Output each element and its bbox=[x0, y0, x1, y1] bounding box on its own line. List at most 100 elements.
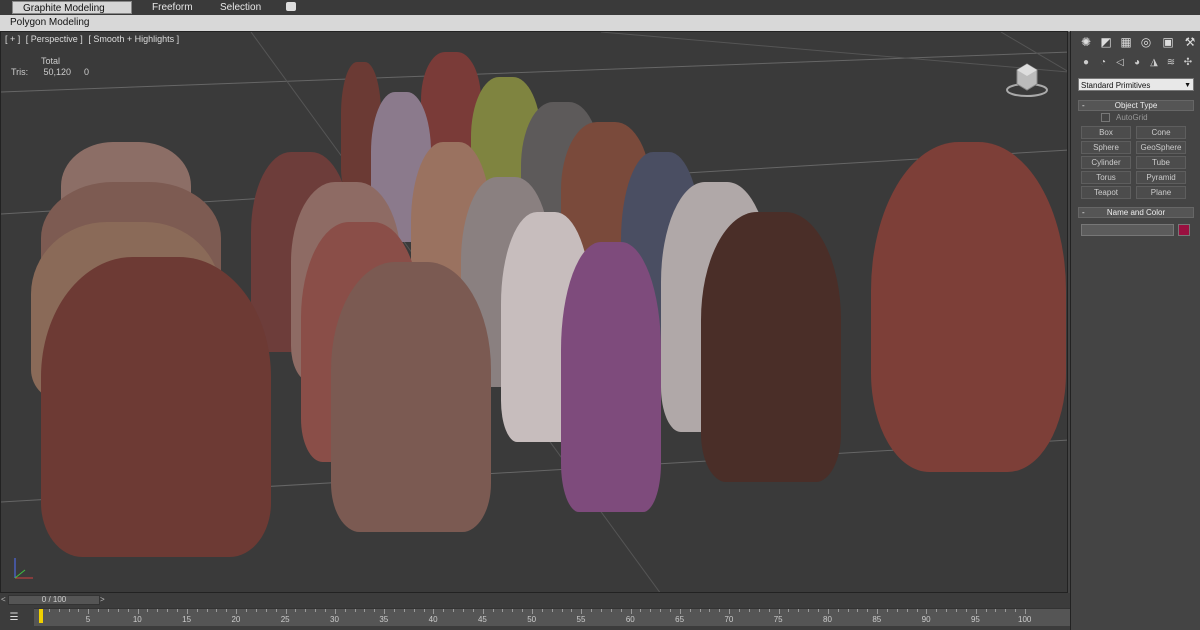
character-model[interactable] bbox=[701, 212, 841, 482]
systems-icon[interactable]: ✣ bbox=[1181, 56, 1195, 70]
motion-tab-icon[interactable]: ◎ bbox=[1137, 33, 1155, 51]
object-color-swatch[interactable] bbox=[1178, 224, 1190, 236]
tick-mark bbox=[630, 609, 632, 614]
name-color-rollout-header[interactable]: - Name and Color bbox=[1078, 207, 1194, 218]
viewport-point-of-view[interactable]: [ Perspective ] bbox=[26, 34, 83, 44]
tick-mark bbox=[610, 609, 612, 612]
create-tab-icon[interactable]: ✺ bbox=[1077, 33, 1095, 51]
statistics-overlay: Total Tris: 50,120 0 bbox=[11, 56, 89, 78]
viewport-shading-mode[interactable]: [ Smooth + Highlights ] bbox=[88, 34, 179, 44]
shapes-icon[interactable]: ◔ bbox=[1096, 56, 1110, 70]
tick-label: 70 bbox=[724, 615, 734, 624]
tick-mark bbox=[58, 609, 60, 612]
tick-mark bbox=[788, 609, 790, 612]
tick-mark bbox=[926, 609, 928, 614]
character-model[interactable] bbox=[871, 142, 1066, 472]
tick-mark bbox=[541, 609, 543, 612]
ribbon-toggle-icon[interactable] bbox=[286, 2, 296, 11]
tab-graphite-modeling-tools[interactable]: Graphite Modeling Tools bbox=[12, 1, 132, 27]
tick-mark bbox=[758, 609, 760, 612]
tab-selection[interactable]: Selection bbox=[220, 1, 261, 14]
object-type-rollout-header[interactable]: - Object Type bbox=[1078, 100, 1194, 111]
panel-title[interactable]: Polygon Modeling bbox=[10, 17, 90, 28]
tick-mark bbox=[857, 609, 859, 612]
tab-freeform[interactable]: Freeform bbox=[152, 1, 193, 14]
stats-header: Total bbox=[41, 56, 61, 66]
tick-label: 25 bbox=[280, 615, 290, 624]
trackbar[interactable]: 5 10 15 20 25 30 35 40 45 50 55 60 65 70 75 80 85 90 95 100 bbox=[34, 608, 1070, 626]
viewport-label[interactable]: [ + ] [ Perspective ] [ Smooth + Highlig… bbox=[5, 34, 182, 44]
next-arrow-icon[interactable]: > bbox=[100, 595, 105, 604]
tick-mark bbox=[512, 609, 514, 612]
object-name-field[interactable] bbox=[1081, 224, 1174, 236]
tick-mark bbox=[462, 609, 464, 612]
tick-mark bbox=[137, 609, 139, 614]
tick-mark bbox=[354, 609, 356, 612]
tick-mark bbox=[443, 609, 445, 612]
tick-mark bbox=[492, 609, 494, 612]
collapse-icon: - bbox=[1082, 101, 1085, 110]
tick-mark bbox=[285, 609, 287, 614]
tick-mark bbox=[699, 609, 701, 612]
tick-mark bbox=[305, 609, 307, 612]
teapot-button[interactable]: Teapot bbox=[1081, 186, 1131, 199]
tick-mark bbox=[433, 609, 435, 614]
tick-label: 35 bbox=[379, 615, 389, 624]
tube-button[interactable]: Tube bbox=[1136, 156, 1186, 169]
tick-mark bbox=[157, 609, 159, 612]
tick-label: 40 bbox=[428, 615, 438, 624]
plane-button[interactable]: Plane bbox=[1136, 186, 1186, 199]
pyramid-button[interactable]: Pyramid bbox=[1136, 171, 1186, 184]
prev-arrow-icon[interactable]: < bbox=[1, 595, 6, 604]
tick-mark bbox=[255, 609, 257, 612]
mini-curve-editor-icon[interactable]: ☰ bbox=[7, 612, 21, 624]
helpers-icon[interactable]: ◮ bbox=[1147, 56, 1161, 70]
perspective-viewport[interactable]: [ + ] [ Perspective ] [ Smooth + Highlig… bbox=[0, 31, 1068, 593]
character-model[interactable] bbox=[331, 262, 491, 532]
tick-label: 10 bbox=[132, 615, 142, 624]
tick-mark bbox=[798, 609, 800, 612]
time-slider-value: 0 / 100 bbox=[41, 595, 67, 604]
tick-mark bbox=[827, 609, 829, 614]
tick-mark bbox=[275, 609, 277, 612]
tick-mark bbox=[1015, 609, 1017, 612]
time-slider[interactable]: 0 / 100 bbox=[8, 595, 100, 605]
tick-mark bbox=[561, 609, 563, 612]
tick-label: 30 bbox=[330, 615, 339, 624]
torus-button[interactable]: Torus bbox=[1081, 171, 1131, 184]
hierarchy-tab-icon[interactable]: ▦ bbox=[1117, 33, 1135, 51]
cone-button[interactable]: Cone bbox=[1136, 126, 1186, 139]
utilities-tab-icon[interactable]: ⚒ bbox=[1181, 33, 1199, 51]
tick-mark bbox=[601, 609, 603, 612]
sphere-button[interactable]: Sphere bbox=[1081, 141, 1131, 154]
tick-mark bbox=[48, 609, 50, 612]
character-model[interactable] bbox=[561, 242, 661, 512]
stats-selected-value: 0 bbox=[84, 67, 90, 77]
tick-mark bbox=[384, 609, 386, 614]
checkbox-icon bbox=[1101, 113, 1110, 123]
tick-label: 60 bbox=[625, 615, 635, 624]
tick-mark bbox=[877, 609, 879, 614]
tick-mark bbox=[581, 609, 583, 614]
box-button[interactable]: Box bbox=[1081, 126, 1131, 139]
ribbon-panel: Polygon Modeling bbox=[0, 15, 1200, 32]
checkbox-label: AutoGrid bbox=[1116, 113, 1148, 122]
tick-mark bbox=[127, 609, 129, 612]
display-tab-icon[interactable]: ▣ bbox=[1159, 33, 1177, 51]
cylinder-button[interactable]: Cylinder bbox=[1081, 156, 1131, 169]
primitive-type-dropdown[interactable]: Standard Primitives ▼ bbox=[1078, 78, 1194, 91]
modify-tab-icon[interactable]: ◩ bbox=[1097, 33, 1115, 51]
tick-label: 85 bbox=[872, 615, 882, 624]
character-model[interactable] bbox=[41, 257, 271, 557]
tick-mark bbox=[186, 609, 188, 614]
time-slider-thumb[interactable] bbox=[39, 609, 43, 623]
tick-mark bbox=[108, 609, 110, 612]
viewport-menu-plus[interactable]: [ + ] bbox=[5, 34, 20, 44]
geometry-icon[interactable]: ● bbox=[1079, 56, 1093, 70]
autogrid-checkbox[interactable]: AutoGrid bbox=[1101, 113, 1148, 123]
viewcube-icon[interactable] bbox=[1005, 56, 1049, 100]
cameras-icon[interactable]: ◕ bbox=[1130, 56, 1144, 70]
lights-icon[interactable]: ◁ bbox=[1113, 56, 1127, 70]
geosphere-button[interactable]: GeoSphere bbox=[1136, 141, 1186, 154]
spacewarps-icon[interactable]: ≋ bbox=[1164, 56, 1178, 70]
